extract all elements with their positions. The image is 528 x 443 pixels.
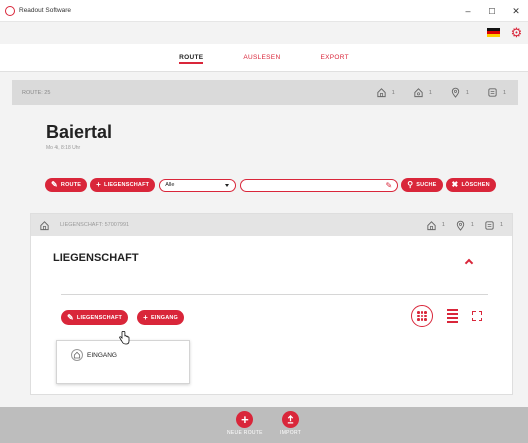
import-label: IMPORT: [280, 430, 302, 436]
pencil-icon: ✎: [67, 312, 74, 322]
property-stat-meters: 1: [484, 220, 503, 231]
property-id: LIEGENSCHAFT: 57007991: [60, 222, 130, 228]
route-datetime: Mo 4i, 8:18 Uhr: [46, 145, 81, 151]
house-icon: [427, 220, 436, 230]
maximize-button[interactable]: ☐: [480, 0, 504, 22]
pencil-icon: ✎: [385, 180, 393, 190]
delete-button[interactable]: ✖ LÖSCHEN: [445, 178, 496, 192]
stat-value: 1: [499, 222, 503, 228]
add-entrance-label: EINGANG: [150, 314, 179, 321]
house-icon: [71, 349, 83, 361]
location-pin-icon: [456, 220, 465, 231]
view-switcher: [411, 305, 482, 327]
meter-icon: [488, 88, 497, 97]
window-controls: – ☐ ✕: [456, 0, 528, 22]
fullscreen-icon[interactable]: [472, 311, 482, 321]
title-bar: Readout Software – ☐ ✕: [0, 0, 528, 22]
stat-value: 1: [502, 89, 506, 96]
divider: [61, 294, 488, 295]
property-actions: ✎ LIEGENSCHAFT + EINGANG: [61, 310, 185, 325]
stat-value: 1: [441, 222, 445, 228]
stat-value: 1: [470, 222, 474, 228]
hand-cursor-icon: [119, 331, 130, 345]
bottom-bar: + NEUE ROUTE IMPORT: [0, 407, 528, 443]
stat-value: 1: [391, 89, 395, 96]
search-button-label: SUCHE: [416, 182, 437, 188]
plus-icon: +: [143, 312, 148, 322]
grid-view-button[interactable]: [411, 305, 433, 327]
route-stat-buildings: 1: [376, 87, 395, 98]
house-outline-icon: [414, 88, 423, 98]
filter-select[interactable]: Alle: [159, 178, 237, 192]
plus-icon: +: [236, 411, 254, 428]
entrance-card[interactable]: EINGANG: [56, 340, 190, 384]
new-route-button[interactable]: + NEUE ROUTE: [227, 411, 263, 436]
add-property-button[interactable]: + LIEGENSCHAFT: [90, 178, 156, 192]
route-button[interactable]: ✎ ROUTE: [45, 178, 88, 192]
route-header: ROUTE: 25 1 1 1 1: [12, 80, 518, 105]
house-icon: [40, 220, 49, 230]
list-view-icon[interactable]: [447, 309, 458, 323]
search-input[interactable]: ✎: [240, 178, 399, 192]
german-flag-icon[interactable]: [487, 28, 500, 37]
route-stats: 1 1 1 1: [376, 80, 506, 105]
route-stat-locations: 1: [450, 87, 469, 98]
delete-button-label: LÖSCHEN: [461, 182, 490, 188]
property-stat-locations: 1: [455, 220, 474, 231]
filter-value: Alle: [165, 182, 175, 188]
plus-icon: +: [96, 180, 102, 189]
minimize-button[interactable]: –: [456, 0, 480, 22]
caret-down-icon: [225, 183, 230, 187]
meter-icon: [485, 220, 494, 230]
route-actions: ✎ ROUTE + LIEGENSCHAFT Alle ✎ ⚲ SUCHE ✖ …: [45, 176, 496, 194]
gear-icon[interactable]: ⚙: [510, 26, 523, 39]
property-stats: 1 1 1: [426, 214, 503, 236]
top-strip: ⚙: [0, 22, 528, 44]
add-property-label: LIEGENSCHAFT: [104, 182, 150, 188]
entrance-label: EINGANG: [87, 352, 117, 359]
tab-export[interactable]: EXPORT: [300, 44, 368, 72]
upload-icon: [282, 411, 300, 428]
chevron-up-icon[interactable]: [464, 258, 474, 268]
house-icon: [377, 88, 386, 98]
edit-property-button[interactable]: ✎ LIEGENSCHAFT: [61, 310, 129, 325]
route-stat-properties: 1: [413, 87, 432, 98]
add-entrance-button[interactable]: + EINGANG: [137, 310, 185, 325]
route-label: ROUTE: 25: [22, 89, 51, 96]
stat-value: 1: [428, 89, 432, 96]
location-pin-icon: [451, 87, 460, 98]
property-card: LIEGENSCHAFT: 57007991 1 1 1 LIEGENSCHAF…: [30, 213, 513, 395]
property-stat-buildings: 1: [426, 220, 445, 231]
property-header: LIEGENSCHAFT: 57007991 1 1 1: [31, 214, 512, 236]
search-button[interactable]: ⚲ SUCHE: [401, 178, 443, 192]
grid-icon: [416, 310, 428, 322]
tab-auslesen[interactable]: AUSLESEN: [223, 44, 300, 72]
route-button-label: ROUTE: [60, 182, 82, 188]
tab-route[interactable]: ROUTE: [159, 44, 223, 72]
route-city: Baiertal: [46, 122, 113, 142]
main-tabs: ROUTE AUSLESEN EXPORT: [0, 44, 528, 72]
window-title: Readout Software: [19, 7, 72, 14]
stat-value: 1: [465, 89, 469, 96]
import-button[interactable]: IMPORT: [280, 411, 301, 436]
route-stat-meters: 1: [487, 87, 506, 98]
edit-property-label: LIEGENSCHAFT: [76, 314, 123, 321]
property-title: LIEGENSCHAFT: [53, 252, 139, 264]
search-icon: ⚲: [407, 180, 414, 189]
close-icon: ✖: [451, 180, 459, 189]
pencil-icon: ✎: [51, 180, 58, 189]
new-route-label: NEUE ROUTE: [227, 430, 263, 436]
close-button[interactable]: ✕: [504, 0, 528, 22]
app-logo-icon: [5, 5, 15, 16]
